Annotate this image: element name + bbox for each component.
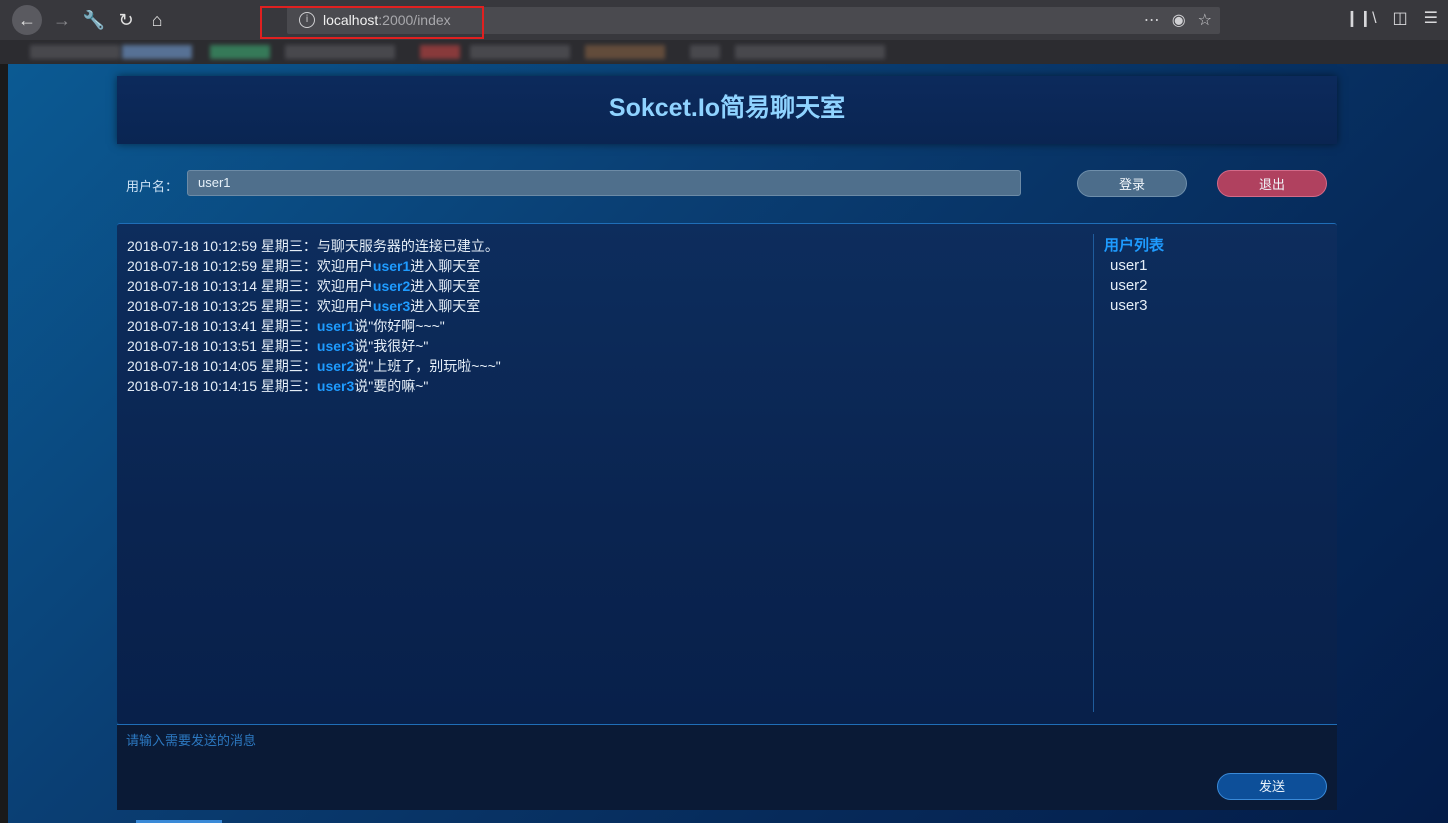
message-text: 说"你好啊~~~" xyxy=(354,318,445,334)
message-text: 进入聊天室 xyxy=(410,278,481,294)
message-text: 说"上班了，别玩啦~~~" xyxy=(354,358,501,374)
message-text: 2018-07-18 10:14:05 星期三： xyxy=(127,358,317,374)
bookmark-item[interactable] xyxy=(122,45,192,59)
message-text: 2018-07-18 10:12:59 星期三：欢迎用户 xyxy=(127,258,373,274)
user-list-item[interactable]: user2 xyxy=(1104,276,1164,296)
page-body: Sokcet.Io简易聊天室 用户名： user1 登录 退出 2018-07-… xyxy=(8,64,1448,823)
message-text: 2018-07-18 10:13:51 星期三： xyxy=(127,338,317,354)
more-actions-icon[interactable]: ⋯ xyxy=(1144,10,1160,30)
message-text: 2018-07-18 10:13:14 星期三：欢迎用户 xyxy=(127,278,373,294)
chat-message: 2018-07-18 10:13:25 星期三：欢迎用户user3进入聊天室 xyxy=(127,296,1087,316)
bookmark-item[interactable] xyxy=(30,45,120,59)
bookmark-item[interactable] xyxy=(585,45,665,59)
message-username: user3 xyxy=(316,338,355,354)
menu-icon[interactable]: ☰ xyxy=(1424,8,1438,28)
message-text: 说"我很好~" xyxy=(354,338,429,354)
chat-message: 2018-07-18 10:14:15 星期三：user3说"要的嘛~" xyxy=(127,376,1087,396)
message-text: 说"要的嘛~" xyxy=(354,378,429,394)
logout-button[interactable]: 退出 xyxy=(1217,170,1327,197)
chat-message: 2018-07-18 10:12:59 星期三：与聊天服务器的连接已建立。 xyxy=(127,236,1087,256)
message-username: user3 xyxy=(372,298,411,314)
header-card: Sokcet.Io简易聊天室 xyxy=(117,76,1337,144)
message-username: user1 xyxy=(372,258,411,274)
message-username: user1 xyxy=(316,318,355,334)
username-input[interactable]: user1 xyxy=(187,170,1021,196)
message-text: 进入聊天室 xyxy=(410,258,481,274)
message-list: 2018-07-18 10:12:59 星期三：与聊天服务器的连接已建立。 20… xyxy=(127,236,1087,396)
bookmark-item[interactable] xyxy=(470,45,570,59)
send-button[interactable]: 发送 xyxy=(1217,773,1327,800)
user-list-item[interactable]: user3 xyxy=(1104,296,1164,316)
chat-message: 2018-07-18 10:13:14 星期三：欢迎用户user2进入聊天室 xyxy=(127,276,1087,296)
userlist-title: 用户列表 xyxy=(1104,237,1165,254)
back-icon[interactable]: ← xyxy=(12,5,42,35)
message-text: 2018-07-18 10:14:15 星期三： xyxy=(127,378,317,394)
page-title: Sokcet.Io简易聊天室 xyxy=(608,94,846,122)
message-text: 2018-07-18 10:13:41 星期三： xyxy=(127,318,317,334)
compose-area: 请输入需要发送的消息 发送 xyxy=(117,724,1337,810)
bookmark-item[interactable] xyxy=(735,45,885,59)
chat-message: 2018-07-18 10:14:05 星期三：user2说"上班了，别玩啦~~… xyxy=(127,356,1087,376)
user-list: 用户列表 user1 user2 user3 xyxy=(1104,236,1164,316)
reload-icon[interactable]: ↻ xyxy=(112,6,140,34)
userlist-divider xyxy=(1093,234,1094,712)
message-text: 2018-07-18 10:12:59 星期三：与聊天服务器的连接已建立。 xyxy=(127,238,499,254)
library-icon[interactable]: ❙❙\ xyxy=(1345,8,1376,28)
forward-icon[interactable]: → xyxy=(48,6,76,34)
message-username: user2 xyxy=(316,358,355,374)
sidebar-icon[interactable]: ◫ xyxy=(1393,8,1408,28)
home-icon[interactable]: ⌂ xyxy=(143,6,171,34)
bookmark-item[interactable] xyxy=(690,45,720,59)
message-username: user3 xyxy=(316,378,355,394)
bookmark-item[interactable] xyxy=(285,45,395,59)
wrench-icon[interactable]: 🔧 xyxy=(80,6,108,34)
message-input[interactable]: 请输入需要发送的消息 xyxy=(126,730,256,749)
message-text: 进入聊天室 xyxy=(410,298,481,314)
chat-message: 2018-07-18 10:13:51 星期三：user3说"我很好~" xyxy=(127,336,1087,356)
user-list-item[interactable]: user1 xyxy=(1104,256,1164,276)
url-highlight-box xyxy=(260,6,484,39)
message-text: 2018-07-18 10:13:25 星期三：欢迎用户 xyxy=(127,298,373,314)
pocket-icon[interactable]: ◉ xyxy=(1172,10,1186,30)
url-actions: ⋯ ◉ ☆ xyxy=(1144,10,1212,30)
chat-message: 2018-07-18 10:12:59 星期三：欢迎用户user1进入聊天室 xyxy=(127,256,1087,276)
login-button[interactable]: 登录 xyxy=(1077,170,1187,197)
browser-right-tools: ❙❙\ ◫ ☰ xyxy=(1345,8,1438,28)
browser-toolbar: ← → 🔧 ↻ ⌂ i localhost:2000/index ⋯ ◉ ☆ ❙… xyxy=(0,0,1448,40)
bookmark-star-icon[interactable]: ☆ xyxy=(1198,10,1212,30)
bookmark-item[interactable] xyxy=(210,45,270,59)
username-label: 用户名： xyxy=(126,179,179,194)
chat-message: 2018-07-18 10:13:41 星期三：user1说"你好啊~~~" xyxy=(127,316,1087,336)
bookmark-item[interactable] xyxy=(420,45,460,59)
message-username: user2 xyxy=(372,278,411,294)
chat-panel: 2018-07-18 10:12:59 星期三：与聊天服务器的连接已建立。 20… xyxy=(117,223,1337,724)
bookmarks-bar xyxy=(0,40,1448,64)
browser-chrome: ← → 🔧 ↻ ⌂ i localhost:2000/index ⋯ ◉ ☆ ❙… xyxy=(0,0,1448,64)
